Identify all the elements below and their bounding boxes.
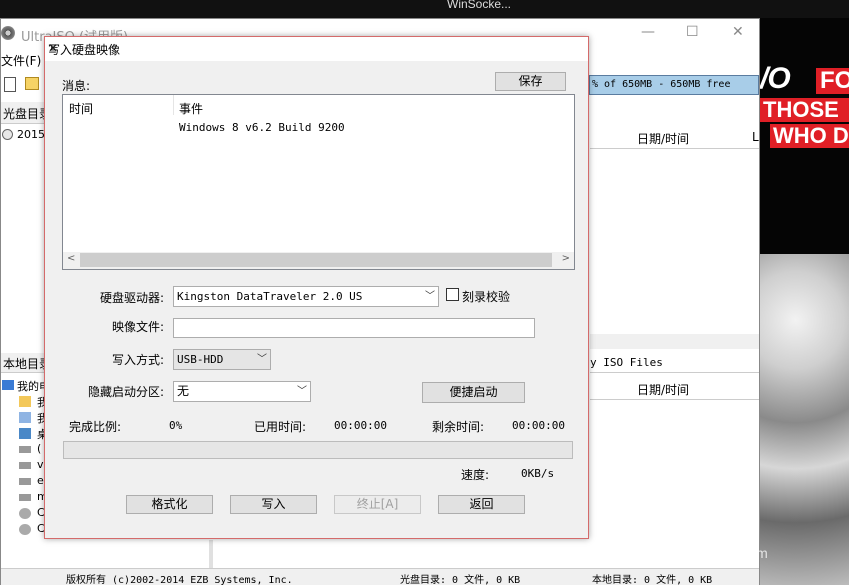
back-button[interactable]: 返回 — [438, 495, 525, 514]
write-method-label: 写入方式: — [112, 353, 165, 367]
taskbar-title: WinSocke... — [447, 0, 512, 11]
status-cd-dir: 光盘目录: 0 文件, 0 KB — [400, 575, 521, 585]
cd-hscroll[interactable] — [590, 334, 759, 349]
cd-dir-header: 光盘目录 — [1, 102, 45, 124]
drive-select[interactable]: Kingston DataTraveler 2.0 US ﹀ — [173, 286, 439, 307]
cd-icon — [2, 129, 13, 140]
chevron-down-icon: ﹀ — [297, 386, 307, 397]
wallpaper-text: THOSE — [760, 98, 849, 122]
verify-checkbox[interactable] — [446, 288, 459, 301]
wallpaper-text: WHO D — [770, 124, 849, 148]
write-method-value: USB-HDD — [177, 353, 224, 366]
chevron-down-icon: ﹀ — [257, 354, 267, 365]
quick-boot-button[interactable]: 便捷启动 — [422, 382, 525, 403]
elapsed-value: 00:00:00 — [334, 419, 387, 432]
remaining-value: 00:00:00 — [512, 419, 565, 432]
speed-value: 0KB/s — [521, 467, 555, 480]
computer-icon — [2, 380, 14, 390]
capacity-bar: % of 650MB - 650MB free — [589, 75, 759, 95]
baidu-watermark: Bai经验 — [650, 515, 757, 548]
open-folder-icon[interactable] — [25, 77, 39, 90]
write-disk-image-dialog: 写入硬盘映像 ✕ 消息: 保存 时间 事件 Windows 8 v6.2 Bui… — [44, 36, 589, 539]
scroll-thumb[interactable] — [80, 253, 552, 267]
write-button[interactable]: 写入 — [230, 495, 317, 514]
iso-files-header: y ISO Files — [590, 353, 759, 373]
log-col-divider[interactable] — [173, 95, 174, 115]
local-col-datetime[interactable]: 日期/时间 — [637, 381, 689, 398]
image-file-label: 映像文件: — [112, 320, 165, 334]
scroll-left-icon[interactable]: < — [67, 253, 75, 264]
log-col-time[interactable]: 时间 — [69, 100, 93, 117]
menu-file[interactable]: 文件(F) — [1, 52, 41, 69]
toolbar — [1, 74, 45, 96]
drive-icon — [19, 446, 31, 453]
close-icon[interactable]: ✕ — [732, 24, 744, 40]
baidu-watermark-url: jingyan.baidu.com — [655, 545, 768, 561]
remaining-label: 剩余时间: — [432, 420, 485, 434]
abort-button[interactable]: 终止[A] — [334, 495, 421, 514]
desktop-icon — [19, 428, 31, 439]
cd-drive-icon — [19, 508, 31, 519]
local-dir-label: 本地目录 — [3, 357, 45, 371]
message-label: 消息: — [62, 79, 91, 93]
log-hscroll[interactable]: < > — [63, 252, 574, 269]
new-file-icon[interactable] — [4, 77, 16, 92]
maximize-icon[interactable]: ☐ — [686, 24, 699, 40]
save-button[interactable]: 保存 — [495, 72, 566, 91]
documents-icon — [19, 412, 31, 423]
crystal-image — [760, 254, 849, 585]
pane-splitter[interactable] — [209, 540, 213, 568]
drive-label: 硬盘驱动器: — [100, 291, 165, 305]
local-file-columns: 日期/时间 — [590, 378, 759, 400]
complete-value: 0% — [169, 419, 183, 432]
minimize-icon[interactable]: — — [641, 24, 655, 40]
chevron-down-icon: ﹀ — [425, 291, 435, 302]
wallpaper-text: /O — [760, 62, 791, 95]
format-button[interactable]: 格式化 — [126, 495, 213, 514]
col-l[interactable]: L — [752, 130, 759, 144]
drive-icon — [19, 462, 31, 469]
status-local-dir: 本地目录: 0 文件, 0 KB — [592, 575, 713, 585]
drive-icon — [19, 494, 31, 501]
status-bar: 版权所有 (c)2002-2014 EZB Systems, Inc. 光盘目录… — [1, 568, 759, 585]
hidden-boot-select[interactable]: 无 ﹀ — [173, 381, 311, 402]
image-file-field[interactable] — [173, 318, 535, 338]
complete-label: 完成比例: — [69, 420, 122, 434]
cd-file-columns: 日期/时间 L — [590, 127, 759, 149]
message-log[interactable]: 时间 事件 Windows 8 v6.2 Build 9200 < > — [62, 94, 575, 270]
scroll-right-icon[interactable]: > — [562, 253, 570, 264]
taskbar-strip: WinSocke... — [0, 0, 849, 18]
drive-icon — [19, 478, 31, 485]
cd-drive-icon — [19, 524, 31, 535]
ultraiso-disc-icon — [1, 26, 15, 40]
drive-select-value: Kingston DataTraveler 2.0 US — [177, 290, 363, 303]
dialog-titlebar: 写入硬盘映像 ✕ — [45, 37, 588, 61]
col-datetime[interactable]: 日期/时间 — [637, 130, 689, 147]
hidden-boot-value: 无 — [177, 384, 190, 398]
local-dir-header: 本地目录 — [1, 353, 45, 373]
wallpaper-text: FO — [816, 68, 849, 94]
write-method-select[interactable]: USB-HDD ﹀ — [173, 349, 271, 370]
cd-dir-label: 光盘目录 — [3, 107, 45, 121]
close-icon[interactable]: ✕ — [48, 41, 580, 55]
folder-icon — [19, 396, 31, 407]
log-col-event[interactable]: 事件 — [179, 100, 203, 117]
desktop-wallpaper: /O FO THOSE WHO D — [760, 18, 849, 585]
status-copyright: 版权所有 (c)2002-2014 EZB Systems, Inc. — [66, 575, 293, 585]
hidden-boot-label: 隐藏启动分区: — [88, 385, 165, 399]
log-row-event: Windows 8 v6.2 Build 9200 — [179, 121, 345, 134]
verify-label[interactable]: 刻录校验 — [462, 288, 510, 305]
elapsed-label: 已用时间: — [254, 420, 307, 434]
speed-label: 速度: — [461, 468, 490, 482]
iso-files-label: y ISO Files — [590, 356, 663, 369]
write-progress-bar — [63, 441, 573, 459]
